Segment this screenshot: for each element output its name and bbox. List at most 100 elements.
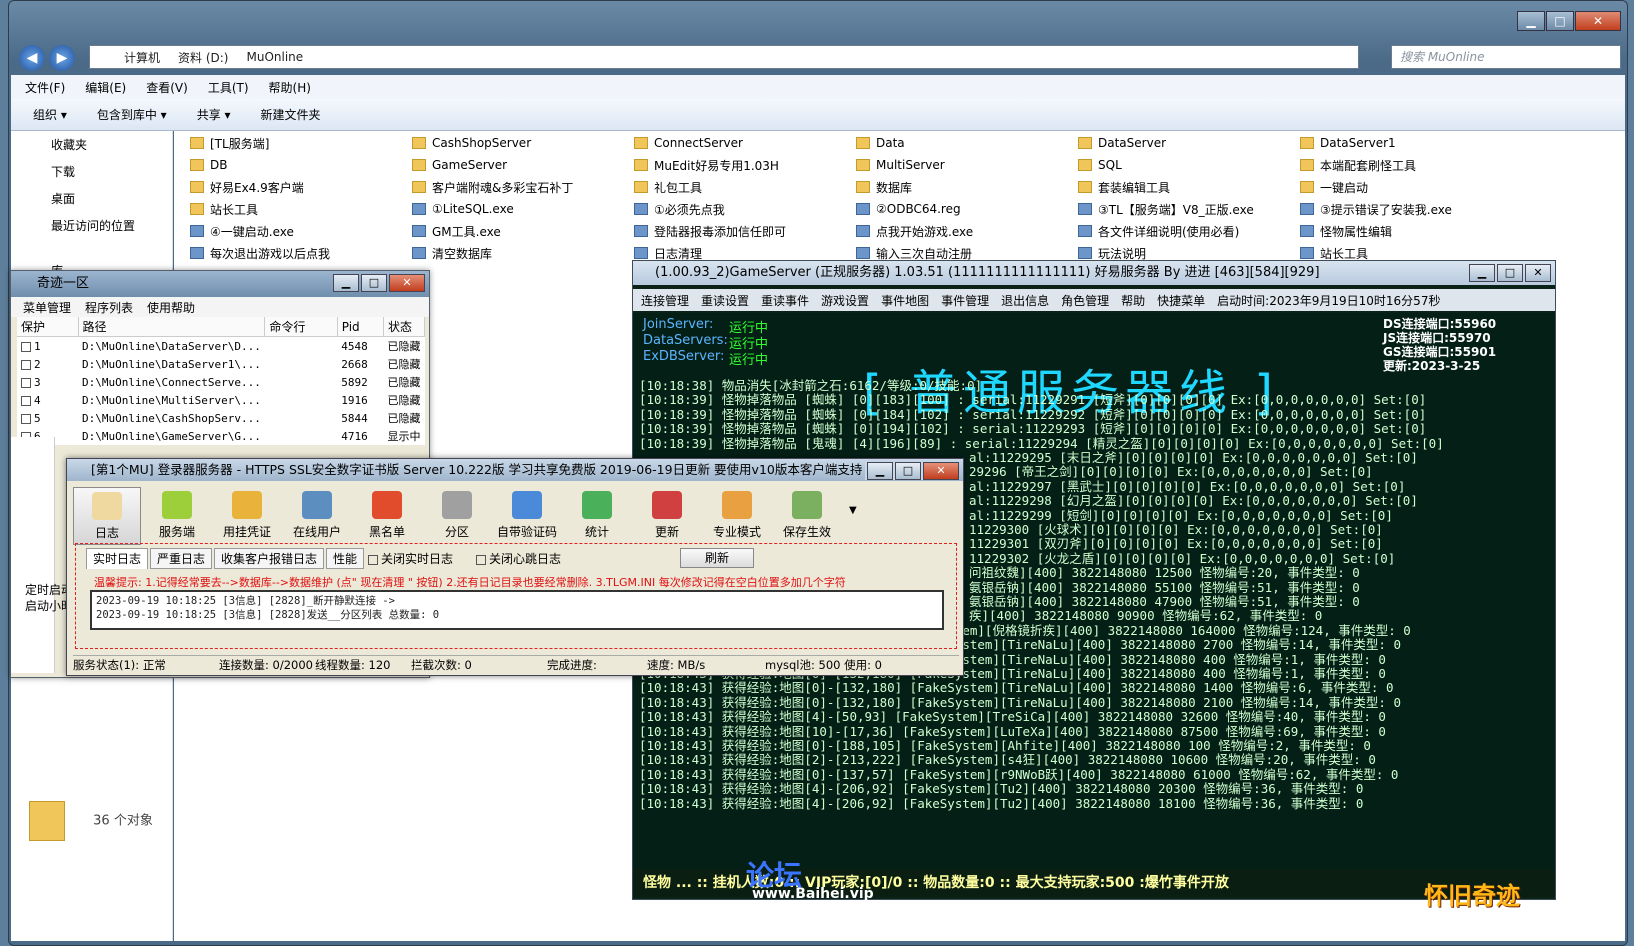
gs-menu-item[interactable]: 重读设置 [701,292,749,309]
file-item[interactable]: 各文件详细说明(使用必看) [1078,221,1239,241]
folder-item[interactable]: 一键启动 [1300,177,1368,197]
gs-minimize-button[interactable]: ▁ [1469,264,1495,282]
tab-performance[interactable]: 性能 [326,548,365,569]
folder-item[interactable]: MultiServer [856,155,945,175]
ls-maximize-button[interactable]: □ [895,462,921,480]
tool-captcha-button[interactable]: 自带验证码 [493,487,561,545]
tool-credential-button[interactable]: 用挂凭证 [213,487,281,545]
breadcrumb-drive[interactable]: 资料 (D:) [178,49,228,66]
menu-help[interactable]: 帮助(H) [269,79,311,96]
protect-checkbox[interactable] [21,395,31,406]
row-checkbox[interactable]: 3 [17,373,78,391]
table-row[interactable]: 6 D:\MuOnline\GameServer\G... 4716 显示中 [17,427,425,445]
tool-blacklist-button[interactable]: 黑名单 [353,487,421,545]
folder-item[interactable]: 礼包工具 [634,177,702,197]
qiji-menu-help[interactable]: 使用帮助 [147,299,195,316]
minimize-button[interactable]: ▁ [1517,11,1545,31]
file-item[interactable]: ①必须先点我 [634,199,725,219]
qiji-menu-manage[interactable]: 菜单管理 [23,299,71,316]
include-library-button[interactable]: 包含到库中 ▾ [97,106,167,123]
file-item[interactable]: ④一键启动.exe [190,221,294,241]
row-checkbox[interactable]: 5 [17,409,78,427]
folder-item[interactable]: MuEdit好易专用1.03H [634,155,779,175]
nav-downloads[interactable]: 下载 [11,158,172,185]
tab-severe-log[interactable]: 严重日志 [150,548,213,569]
folder-item[interactable]: 本端配套刷怪工具 [1300,155,1416,175]
col-status[interactable]: 状态 [383,317,425,337]
tool-online-users-button[interactable]: 在线用户 [283,487,351,545]
folder-item[interactable]: [TL服务端] [190,133,269,153]
folder-item[interactable]: DataServer [1078,133,1166,153]
col-cmdline[interactable]: 命令行 [264,317,338,337]
folder-item[interactable]: 客户端附魂&多彩宝石补丁 [412,177,573,197]
gs-menu-item[interactable]: 重读事件 [761,292,809,309]
gs-menu-item[interactable]: 连接管理 [641,292,689,309]
tool-partition-button[interactable]: 分区 [423,487,491,545]
gs-menu-item[interactable]: 事件地图 [881,292,929,309]
gs-menu-item[interactable]: 退出信息 [1001,292,1049,309]
address-bar[interactable]: 计算机 资料 (D:) MuOnline [89,45,1359,69]
gs-close-button[interactable]: ✕ [1525,264,1551,282]
tab-client-error-log[interactable]: 收集客户报错日志 [214,548,325,569]
row-checkbox[interactable]: 2 [17,355,78,373]
forward-button[interactable]: ▶ [49,45,75,71]
file-item[interactable]: ③提示错误了安装我.exe [1300,199,1452,219]
tool-save-button[interactable]: 保存生效 [773,487,841,545]
folder-item[interactable]: 站长工具 [190,199,258,219]
table-row[interactable]: 5 D:\MuOnline\CashShopServ... 5844 已隐藏 [17,409,425,427]
folder-item[interactable]: SQL [1078,155,1122,175]
file-item[interactable]: ①LiteSQL.exe [412,199,514,219]
tool-pro-mode-button[interactable]: 专业模式 [703,487,771,545]
nav-recent[interactable]: 最近访问的位置 [11,212,172,239]
qiji-maximize-button[interactable]: □ [361,274,387,292]
row-checkbox[interactable]: 4 [17,391,78,409]
nav-favorites[interactable]: 收藏夹 [11,131,172,158]
qiji-close-button[interactable]: ✕ [389,274,425,292]
back-button[interactable]: ◀ [19,45,45,71]
menu-edit[interactable]: 编辑(E) [85,79,126,96]
close-button[interactable]: ✕ [1575,11,1621,31]
gs-maximize-button[interactable]: □ [1497,264,1523,282]
folder-item[interactable]: DB [190,155,227,175]
qiji-minimize-button[interactable]: ▁ [333,274,359,292]
share-button[interactable]: 共享 ▾ [197,106,231,123]
refresh-button[interactable]: 刷新 [680,548,754,568]
nav-desktop[interactable]: 桌面 [11,185,172,212]
folder-item[interactable]: ConnectServer [634,133,743,153]
file-item[interactable]: ③TL【服务端】V8_正版.exe [1078,199,1254,219]
ls-minimize-button[interactable]: ▁ [867,462,893,480]
table-row[interactable]: 4 D:\MuOnline\MultiServer\... 1916 已隐藏 [17,391,425,409]
folder-item[interactable]: 数据库 [856,177,912,197]
qiji-menu-programs[interactable]: 程序列表 [85,299,133,316]
close-heartbeat-log-checkbox[interactable]: 关闭心跳日志 [476,550,561,567]
protect-checkbox[interactable] [21,359,31,370]
folder-item[interactable]: Data [856,133,905,153]
protect-checkbox[interactable] [21,413,31,424]
protect-checkbox[interactable] [21,341,31,352]
file-item[interactable]: GM工具.exe [412,221,501,241]
gs-menu-item[interactable]: 帮助 [1121,292,1145,309]
breadcrumb-computer[interactable]: 计算机 [124,49,160,66]
breadcrumb-folder[interactable]: MuOnline [246,50,303,64]
col-pid[interactable]: Pid [337,317,385,337]
gs-menu-item[interactable]: 角色管理 [1061,292,1109,309]
row-checkbox[interactable]: 1 [17,337,78,356]
maximize-button[interactable]: □ [1546,11,1574,31]
menu-tools[interactable]: 工具(T) [208,79,249,96]
table-row[interactable]: 3 D:\MuOnline\ConnectServe... 5892 已隐藏 [17,373,425,391]
file-item[interactable]: 登陆器报毒添加信任即可 [634,221,786,241]
file-item[interactable]: 每次退出游戏以后点我 [190,243,330,263]
folder-item[interactable]: GameServer [412,155,507,175]
protect-checkbox[interactable] [21,377,31,388]
ls-close-button[interactable]: ✕ [923,462,959,480]
menu-view[interactable]: 查看(V) [146,79,188,96]
file-item[interactable]: 怪物属性编辑 [1300,221,1392,241]
gs-menu-item[interactable]: 事件管理 [941,292,989,309]
organize-button[interactable]: 组织 ▾ [33,106,67,123]
file-item[interactable]: 清空数据库 [412,243,492,263]
tab-realtime-log[interactable]: 实时日志 [86,548,149,569]
tool-stats-button[interactable]: 统计 [563,487,631,545]
table-row[interactable]: 1 D:\MuOnline\DataServer\D... 4548 已隐藏 [17,337,425,356]
close-realtime-log-checkbox[interactable]: 关闭实时日志 [368,550,453,567]
folder-item[interactable]: CashShopServer [412,133,531,153]
